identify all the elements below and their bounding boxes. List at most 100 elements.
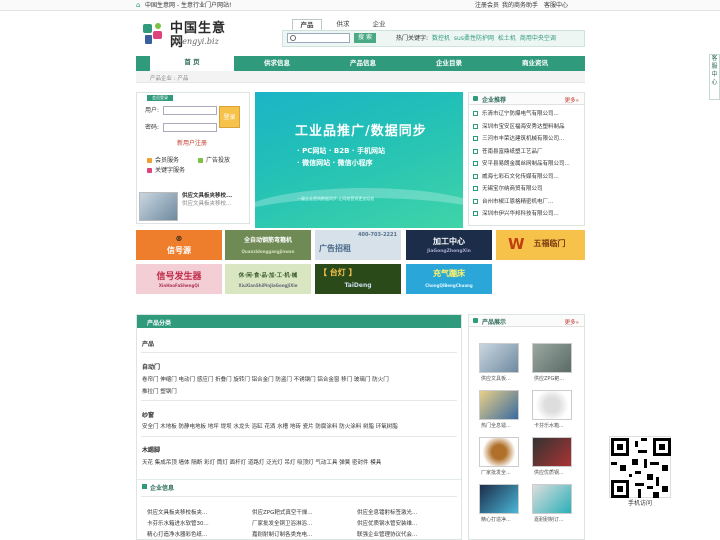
hot-keyword[interactable]: 商用中央空调 xyxy=(520,35,556,42)
list-item[interactable]: 三河市丰荣达建筑机械有限公司... xyxy=(473,136,570,149)
category-group-title[interactable]: 自动门 xyxy=(142,362,160,371)
home-icon[interactable]: ⌂ xyxy=(136,2,143,9)
recommend-icon xyxy=(473,96,478,101)
featured-product-name[interactable]: 供应文具板夹移校... xyxy=(182,193,232,200)
product-caption[interactable]: 热门全息镭... xyxy=(481,422,511,429)
register-link[interactable]: 注册会员 xyxy=(475,2,499,9)
list-item[interactable]: 乐清市辽宁防爆电气有限公司... xyxy=(473,111,570,124)
ad-for-rent[interactable]: 400-703-2221 广告招租 xyxy=(315,230,401,260)
username-input[interactable] xyxy=(163,106,217,115)
featured-product-image[interactable] xyxy=(139,192,178,221)
banner-line: · 微信网站 · 微信小程序 xyxy=(297,159,373,167)
promo-banner[interactable]: 工业品推广/数据同步 · PC网站 · B2B · 手机网站 · 微信网站 · … xyxy=(255,92,463,228)
ad-inflatable-bed[interactable]: 充气蹦床 ChongQiBengChuang xyxy=(406,264,492,294)
ad-signal-source[interactable]: ⊗ 信号源 xyxy=(136,230,222,260)
ad-text: 信号源 xyxy=(167,246,191,255)
bullet-icon xyxy=(473,198,478,204)
ad-machining-center[interactable]: 加工中心 JiaGongZhongXin xyxy=(406,230,492,260)
search-input[interactable] xyxy=(287,33,350,43)
nav-directory[interactable]: 企业目录 xyxy=(406,56,492,71)
info-item[interactable]: 供应文具板夹移校板夹... xyxy=(147,510,207,517)
ad-sub: 400-703-2221 xyxy=(358,232,397,238)
list-item[interactable]: 苍南县富鼎纸塑工艺品厂 xyxy=(473,148,570,162)
service-member[interactable]: 会员服务 xyxy=(147,157,179,164)
nav-home[interactable]: 首 页 xyxy=(150,55,234,72)
product-caption[interactable]: 卡芬乐水箱... xyxy=(534,422,564,429)
info-item[interactable]: 联强企业管理协议代会... xyxy=(357,532,417,539)
product-caption[interactable]: 厂家批发全... xyxy=(481,469,511,476)
ad-signal-generator[interactable]: 信号发生器 XinHaoFaShengQi xyxy=(136,264,222,294)
product-image[interactable] xyxy=(532,343,572,373)
info-item[interactable]: 卡芬乐水箱进水软管30... xyxy=(147,521,209,528)
list-item[interactable]: 威海七彩石文化传媒有限公司... xyxy=(473,173,570,187)
hot-keyword[interactable]: 松土机 xyxy=(498,35,516,42)
ad-icon: ⊗ xyxy=(175,234,183,243)
info-item[interactable]: 供应优质钢水管安装维... xyxy=(357,521,417,528)
search-button[interactable]: 搜 索 xyxy=(354,33,376,43)
hot-keywords-label: 热门关键字: xyxy=(396,35,429,42)
product-caption[interactable]: 嘉耐耐制订... xyxy=(534,516,564,523)
breadcrumb-text: 产品企业 : 产品 xyxy=(150,76,189,82)
showcase-more-link[interactable]: 更多» xyxy=(565,318,579,326)
list-item[interactable]: 无锡宝尔纳商贸有限公司 xyxy=(473,186,570,199)
product-caption[interactable]: 供应ZPG耙... xyxy=(534,375,564,382)
info-item[interactable]: 供应全息镭射标签激光... xyxy=(357,510,417,517)
product-image[interactable] xyxy=(532,437,572,467)
assistant-link[interactable]: 我的商务助手 xyxy=(502,2,538,9)
hot-keyword[interactable]: sus柔性防护网 xyxy=(454,35,494,42)
password-label: 密码: xyxy=(145,124,160,131)
qr-code xyxy=(609,436,671,498)
service-member-label: 会员服务 xyxy=(155,157,180,164)
info-item[interactable]: 供应ZPG耙式真空干燥... xyxy=(252,510,313,517)
category-top[interactable]: 产品 xyxy=(142,339,154,348)
hot-keyword[interactable]: 数控机 xyxy=(432,35,450,42)
ad-rebar-machine[interactable]: 全自动钢筋弯箍机 Quanzidonggangjinwan xyxy=(225,230,311,260)
ad-snack-machine[interactable]: 休·闲·食·品·加·工·机·械 XiuXianShiPinJiaGongJiXi… xyxy=(225,264,311,294)
showcase-title: 产品展示 xyxy=(482,319,507,326)
service-ads[interactable]: 广告投放 xyxy=(198,157,230,164)
member-icon xyxy=(147,158,152,163)
bullet-icon xyxy=(473,173,478,179)
password-input[interactable] xyxy=(163,123,217,132)
info-item[interactable]: 精心打造净水器彩色纸... xyxy=(147,532,207,539)
list-item[interactable]: 安平县易朗金属丝网制品有限公司... xyxy=(473,161,570,174)
product-image[interactable] xyxy=(479,343,519,373)
showcase-icon xyxy=(473,318,478,323)
company-recommend-panel: 企业推荐 更多» 乐清市辽宁防爆电气有限公司... 深圳市宝安区福海安秀达塑料制品… xyxy=(468,92,585,226)
list-item[interactable]: 深圳市宝安区福海安秀达塑料制品 xyxy=(473,123,570,137)
product-image[interactable] xyxy=(532,390,572,420)
site-logo[interactable]: 中国生意网 shengyi.biz xyxy=(142,20,232,50)
category-group-title[interactable]: 纱窗 xyxy=(142,410,154,419)
product-image[interactable] xyxy=(479,484,519,514)
service-keywords[interactable]: 关键字服务 xyxy=(147,167,185,174)
list-item[interactable]: 深圳市伊兴华邦科技有限公司... xyxy=(473,211,570,224)
product-image[interactable] xyxy=(532,484,572,514)
product-caption[interactable]: 供应优质钢... xyxy=(534,469,564,476)
category-group-title[interactable]: 木踢脚 xyxy=(142,445,160,454)
recommend-more-link[interactable]: 更多» xyxy=(565,96,579,104)
service-ads-label: 广告投放 xyxy=(206,157,231,164)
hot-keywords: 热门关键字: 数控机 sus柔性防护网 松土机 商用中央空调 xyxy=(396,35,556,42)
product-caption[interactable]: 供应文具板... xyxy=(481,375,511,382)
list-item[interactable]: 台州市椒江恩格精密机电厂... xyxy=(473,198,570,212)
breadcrumb: 产品企业 : 产品 xyxy=(136,71,585,83)
customer-service-tab[interactable]: 客服中心 xyxy=(709,54,720,100)
service-link[interactable]: 客服中心 xyxy=(544,2,568,9)
company-info-header: 企业信息 xyxy=(137,479,461,492)
nav-supply[interactable]: 供求信息 xyxy=(234,56,320,71)
info-item[interactable]: 嘉耐耐制订制各类充电... xyxy=(252,532,312,539)
bullet-icon xyxy=(473,136,478,141)
nav-products[interactable]: 产品信息 xyxy=(320,56,406,71)
product-caption[interactable]: 精心打造净... xyxy=(481,516,511,523)
divider xyxy=(141,352,457,353)
ad-desk-lamp[interactable]: 【 台灯 】 TaiDeng xyxy=(315,264,401,294)
ad-fortune[interactable]: 五福临门 W xyxy=(496,230,585,260)
divider xyxy=(141,436,457,437)
login-button[interactable]: 登录 xyxy=(219,106,240,128)
product-image[interactable] xyxy=(479,437,519,467)
ad-text: 休·闲·食·品·加·工·机·械 xyxy=(238,273,298,279)
nav-news[interactable]: 商业资讯 xyxy=(492,56,578,71)
register-button[interactable]: 新用户注册 xyxy=(177,138,207,147)
product-image[interactable] xyxy=(479,390,519,420)
info-item[interactable]: 厂家批发全铜卫浴淋浴... xyxy=(252,521,312,528)
